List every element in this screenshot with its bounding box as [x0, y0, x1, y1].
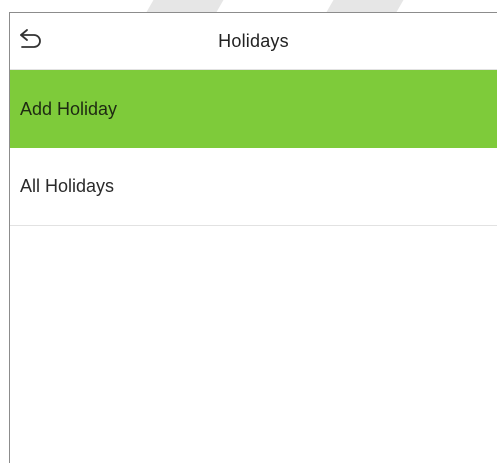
page-title: Holidays	[218, 30, 289, 51]
watermark-shape	[326, 0, 404, 12]
menu-item-all-holidays[interactable]: All Holidays	[10, 148, 497, 226]
top-watermark-strip	[0, 0, 497, 12]
title-bar: Holidays	[10, 13, 497, 70]
holidays-screen: Holidays Add Holiday All Holidays	[0, 0, 497, 463]
back-arrow-icon	[20, 29, 41, 48]
watermark-shape	[146, 0, 224, 12]
menu-item-label: Add Holiday	[20, 98, 118, 119]
device-screen: Holidays Add Holiday All Holidays	[9, 12, 497, 463]
back-button[interactable]	[18, 27, 44, 51]
menu-item-add-holiday[interactable]: Add Holiday	[10, 70, 497, 148]
menu-item-label: All Holidays	[20, 176, 115, 196]
